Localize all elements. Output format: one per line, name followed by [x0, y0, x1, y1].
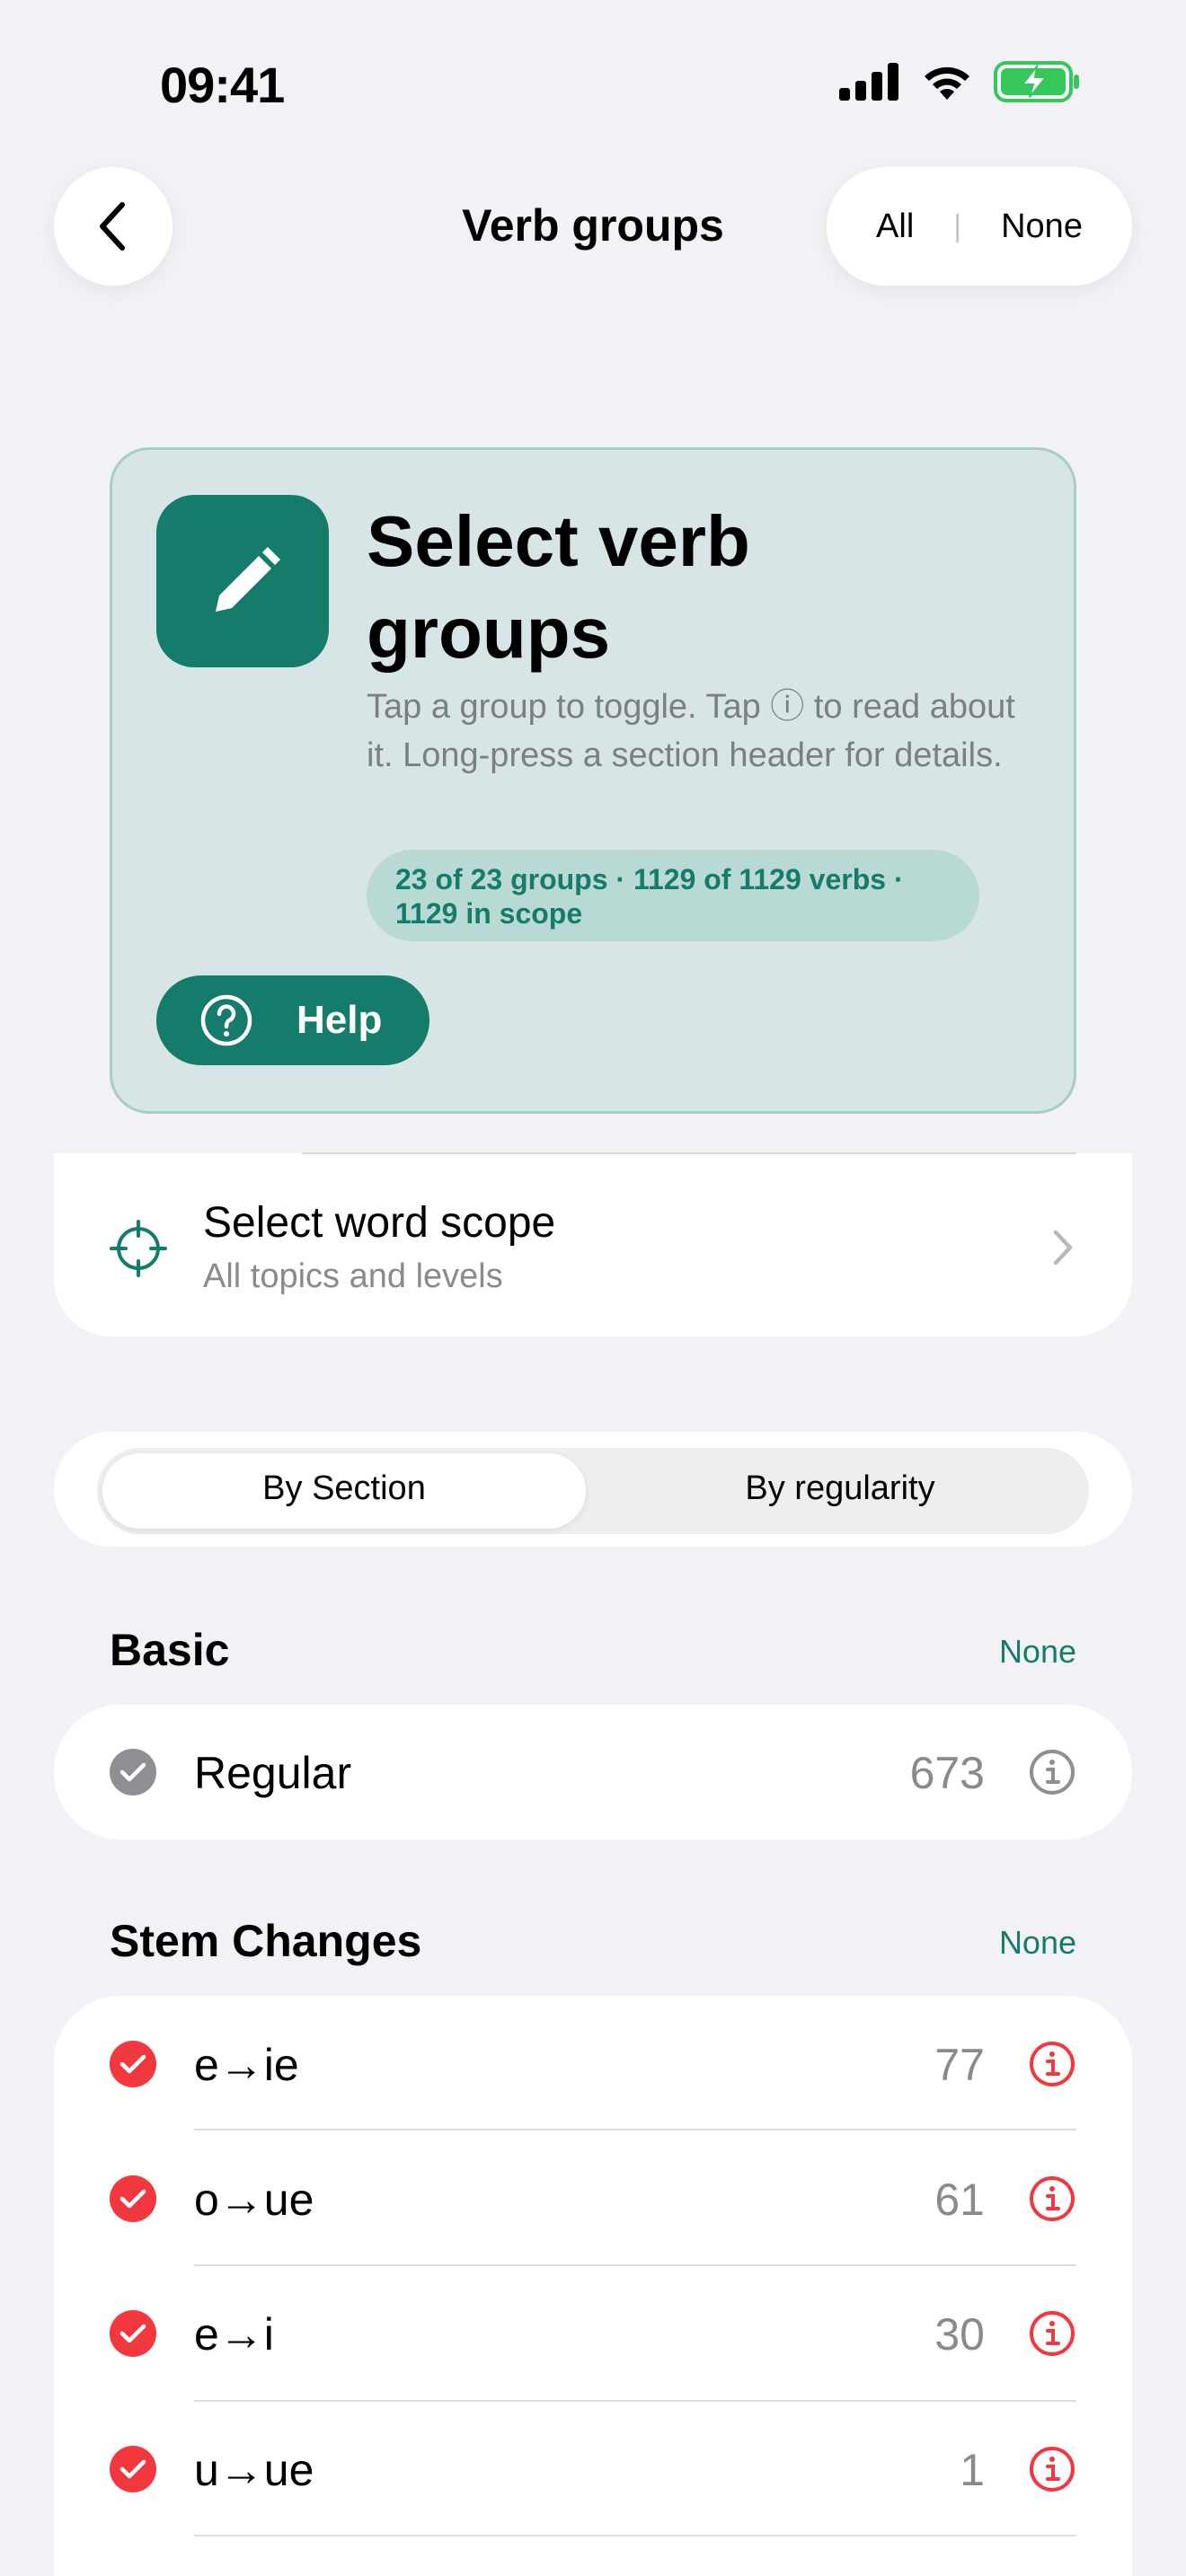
checkmark-circle-icon[interactable]	[110, 1749, 156, 1795]
scope-title: Select word scope	[203, 1199, 556, 1247]
row-divider	[194, 2400, 1076, 2402]
section-basic-none-button[interactable]: None	[999, 1633, 1076, 1671]
info-icon[interactable]	[1028, 2445, 1076, 2493]
row-divider	[194, 2264, 1076, 2266]
group-count: 77	[934, 2040, 985, 2090]
separator: |	[953, 208, 962, 243]
info-icon[interactable]	[1028, 2040, 1076, 2088]
section-header-stem-changes[interactable]: Stem Changes	[110, 1915, 421, 1967]
select-all-none-control: All | None	[827, 167, 1132, 286]
info-icon[interactable]	[1028, 1748, 1076, 1796]
selection-summary-badge: 23 of 23 groups · 1129 of 1129 verbs · 1…	[367, 850, 979, 941]
scope-subtitle: All topics and levels	[203, 1257, 503, 1295]
chevron-right-icon	[1053, 1230, 1073, 1266]
group-label[interactable]: e→i	[194, 2308, 274, 2360]
checkmark-circle-icon[interactable]	[110, 2041, 156, 2087]
checkmark-circle-icon[interactable]	[110, 2310, 156, 2357]
select-all-button[interactable]: All	[876, 207, 914, 246]
group-count: 61	[934, 2175, 985, 2225]
wifi-icon	[925, 66, 969, 100]
row-divider	[194, 2129, 1076, 2130]
status-icons	[839, 61, 1080, 102]
checkmark-circle-icon[interactable]	[110, 2446, 156, 2492]
help-button[interactable]: Help	[156, 975, 429, 1065]
pencil-icon	[216, 547, 280, 612]
group-label[interactable]: Regular	[194, 1747, 351, 1799]
section-header-basic[interactable]: Basic	[110, 1624, 229, 1676]
question-circle-icon	[200, 994, 252, 1046]
group-count: 673	[909, 1748, 985, 1798]
row-divider	[194, 2535, 1076, 2536]
hero-description: Tap a group to toggle. Tap ⓘ to read abo…	[367, 688, 1015, 774]
group-label[interactable]: u→ue	[194, 2444, 314, 2496]
battery-charging-icon	[994, 61, 1079, 102]
group-count: 30	[934, 2309, 985, 2360]
info-icon[interactable]	[1028, 2175, 1076, 2223]
section-stem-changes-none-button[interactable]: None	[999, 1924, 1076, 1962]
help-label: Help	[296, 998, 383, 1042]
segment-by-regularity[interactable]: By regularity	[598, 1469, 1082, 1508]
target-icon	[110, 1220, 167, 1277]
cellular-signal-icon	[839, 63, 898, 101]
info-icon[interactable]	[1028, 2309, 1076, 2358]
segment-by-section[interactable]: By Section	[102, 1469, 586, 1508]
status-time: 09:41	[160, 57, 285, 113]
divider	[302, 1152, 1076, 1154]
group-count: 1	[960, 2445, 985, 2495]
checkmark-circle-icon[interactable]	[110, 2175, 156, 2222]
group-label[interactable]: o→ue	[194, 2174, 314, 2226]
pencil-tile	[156, 495, 329, 667]
hero-title: Select verb groups	[367, 501, 750, 673]
select-none-button[interactable]: None	[1001, 207, 1083, 246]
group-label[interactable]: e→ie	[194, 2039, 299, 2091]
